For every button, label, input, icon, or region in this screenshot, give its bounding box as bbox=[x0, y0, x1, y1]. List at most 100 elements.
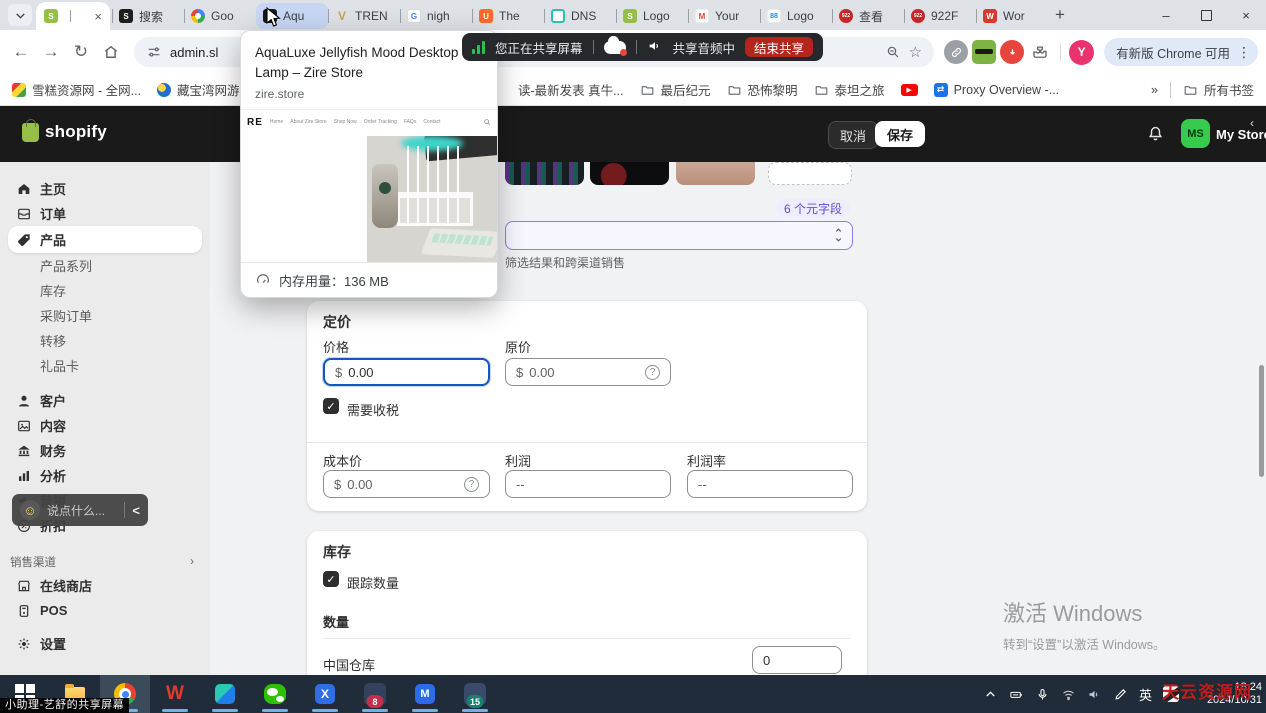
media-thumbnail-1[interactable] bbox=[590, 162, 669, 185]
smiley-icon[interactable]: ☺ bbox=[20, 500, 40, 520]
download-extension-icon[interactable] bbox=[1000, 40, 1024, 64]
profit-input[interactable]: -- bbox=[505, 470, 671, 498]
metafields-link[interactable]: 6 个元字段 bbox=[776, 199, 850, 217]
active-tab[interactable]: S × bbox=[36, 2, 110, 30]
forward-button[interactable]: → bbox=[38, 39, 64, 65]
browser-tab-shopify-search[interactable]: S搜索 bbox=[112, 2, 184, 30]
add-media-tile[interactable] bbox=[768, 162, 852, 185]
battery-icon[interactable] bbox=[1009, 687, 1024, 702]
taskbar-app-meeting[interactable]: M bbox=[400, 675, 450, 713]
tax-checkbox-label[interactable]: 需要收税 bbox=[347, 400, 399, 419]
cost-input[interactable]: $ 0.00 ? bbox=[323, 470, 490, 498]
ime-indicator[interactable]: 英 bbox=[1139, 685, 1152, 704]
track-quantity-checkbox[interactable]: ✓ bbox=[323, 571, 339, 587]
track-quantity-label[interactable]: 跟踪数量 bbox=[347, 573, 399, 592]
chat-input-placeholder[interactable]: 说点什么... bbox=[47, 502, 105, 519]
browser-tab-night[interactable]: Gnigh bbox=[400, 2, 472, 30]
taskbar-app-tim[interactable]: 8 bbox=[350, 675, 400, 713]
chrome-update-chip[interactable]: 有新版 Chrome 可用 ⋮ bbox=[1104, 38, 1258, 66]
browser-tab-view-922[interactable]: 922查看 bbox=[832, 2, 904, 30]
tab-close-icon[interactable]: × bbox=[94, 10, 102, 23]
notifications-bell-icon[interactable] bbox=[1146, 124, 1165, 148]
tab-search-button[interactable] bbox=[8, 4, 32, 26]
bookmark-proxy[interactable]: ⇄Proxy Overview -... bbox=[934, 83, 1060, 97]
browser-tab-trend[interactable]: VTREN bbox=[328, 2, 400, 30]
window-minimize-button[interactable]: – bbox=[1146, 0, 1186, 30]
sidebar-item-purchase-orders[interactable]: 采购订单 bbox=[8, 303, 202, 328]
taskbar-app-blue-x-app[interactable]: X bbox=[300, 675, 350, 713]
stop-sharing-button[interactable]: 结束共享 bbox=[745, 37, 813, 57]
bookmark-cangbaowan[interactable]: 藏宝湾网游... bbox=[157, 80, 250, 99]
taskbar-app-docs[interactable] bbox=[200, 675, 250, 713]
bookmark-xuegao[interactable]: 雪糕资源网 - 全网... bbox=[12, 80, 141, 99]
tray-expand-icon[interactable] bbox=[983, 687, 998, 702]
bookmark-zuixin[interactable]: 读-最新发表 真牛... bbox=[518, 80, 624, 99]
margin-input[interactable]: -- bbox=[687, 470, 853, 498]
media-thumbnail-2[interactable] bbox=[676, 162, 755, 185]
sidebar-item-finances[interactable]: 财务 bbox=[8, 438, 202, 463]
sidebar-item-gift-cards[interactable]: 礼品卡 bbox=[8, 353, 202, 378]
store-name[interactable]: My Store bbox=[1216, 127, 1266, 142]
taskbar-app-meeting-2[interactable]: 15 bbox=[450, 675, 500, 713]
price-input[interactable]: $ 0.00 bbox=[323, 358, 490, 386]
browser-tab-theme[interactable]: UThe bbox=[472, 2, 544, 30]
window-maximize-button[interactable] bbox=[1186, 0, 1226, 30]
microphone-icon[interactable] bbox=[1035, 687, 1050, 702]
cancel-button[interactable]: 取消 bbox=[828, 121, 878, 149]
sidebar-item-orders[interactable]: 订单 bbox=[8, 201, 202, 226]
adblock-extension-icon[interactable] bbox=[972, 40, 996, 64]
browser-tab-gmail[interactable]: MYour bbox=[688, 2, 760, 30]
browser-tab-google[interactable]: Goo bbox=[184, 2, 256, 30]
store-avatar[interactable]: MS bbox=[1181, 119, 1210, 148]
window-close-button[interactable]: × bbox=[1226, 0, 1266, 30]
browser-tab-logo2[interactable]: 88Logo bbox=[760, 2, 832, 30]
sidebar-item-transfers[interactable]: 转移 bbox=[8, 328, 202, 353]
sidebar-item-customers[interactable]: 客户 bbox=[8, 388, 202, 413]
help-icon[interactable]: ? bbox=[464, 477, 479, 492]
bookmark-zuihoujiyuan[interactable]: 最后纪元 bbox=[640, 80, 711, 99]
reload-button[interactable]: ↻ bbox=[68, 39, 94, 65]
browser-tab-922f[interactable]: 922922F bbox=[904, 2, 976, 30]
bookmark-star-icon[interactable]: ☆ bbox=[909, 43, 922, 61]
browser-tab-word[interactable]: WWor bbox=[976, 2, 1048, 30]
taskbar-app-wechat[interactable] bbox=[250, 675, 300, 713]
quantity-input[interactable]: 0 bbox=[752, 646, 842, 674]
bookmark-kongbuliming[interactable]: 恐怖黎明 bbox=[727, 80, 798, 99]
bookmarks-overflow-icon[interactable]: » bbox=[1151, 83, 1158, 97]
browser-menu-icon[interactable]: ⋮ bbox=[1236, 44, 1252, 61]
volume-icon[interactable] bbox=[1087, 687, 1102, 702]
link-extension-icon[interactable] bbox=[944, 40, 968, 64]
scrollbar-thumb[interactable] bbox=[1259, 365, 1264, 477]
sidebar-item-content[interactable]: 内容 bbox=[8, 413, 202, 438]
compare-price-input[interactable]: $ 0.00 ? bbox=[505, 358, 671, 386]
sales-channels-header[interactable]: 销售渠道› bbox=[10, 551, 194, 573]
browser-tab-logo1[interactable]: SLogo bbox=[616, 2, 688, 30]
bookmark-youtube[interactable]: ▶ bbox=[901, 84, 918, 96]
sidebar-item-online-store[interactable]: 在线商店 bbox=[8, 573, 202, 598]
sidebar-item-pos[interactable]: POS bbox=[8, 598, 202, 623]
help-icon[interactable]: ? bbox=[645, 365, 660, 380]
sidebar-item-collections[interactable]: 产品系列 bbox=[8, 253, 202, 278]
sidebar-item-settings[interactable]: 设置 bbox=[8, 631, 202, 656]
sidebar-item-inventory[interactable]: 库存 bbox=[8, 278, 202, 303]
save-button[interactable]: 保存 bbox=[875, 121, 925, 147]
bookmark-taitanzhilv[interactable]: 泰坦之旅 bbox=[814, 80, 885, 99]
all-bookmarks-folder[interactable]: 所有书签 bbox=[1183, 80, 1254, 99]
wifi-icon[interactable] bbox=[1061, 687, 1076, 702]
url-text[interactable]: admin.sl bbox=[170, 45, 218, 60]
browser-tab-dns[interactable]: DNS bbox=[544, 2, 616, 30]
overlay-collapse-button[interactable]: < bbox=[132, 503, 140, 518]
new-tab-button[interactable]: + bbox=[1050, 5, 1070, 25]
back-button[interactable]: ← bbox=[8, 39, 34, 65]
pen-icon[interactable] bbox=[1113, 687, 1128, 702]
profile-avatar[interactable]: Y bbox=[1069, 40, 1094, 65]
site-settings-icon[interactable] bbox=[146, 44, 162, 60]
extensions-puzzle-icon[interactable] bbox=[1028, 40, 1052, 64]
home-button[interactable] bbox=[98, 39, 124, 65]
media-thumbnail-0[interactable] bbox=[505, 162, 584, 185]
tax-checkbox[interactable]: ✓ bbox=[323, 398, 339, 414]
category-select[interactable] bbox=[505, 221, 853, 250]
zoom-indicator-icon[interactable] bbox=[885, 44, 901, 60]
taskbar-app-wps[interactable]: W bbox=[150, 675, 200, 713]
sidebar-item-analytics[interactable]: 分析 bbox=[8, 463, 202, 488]
